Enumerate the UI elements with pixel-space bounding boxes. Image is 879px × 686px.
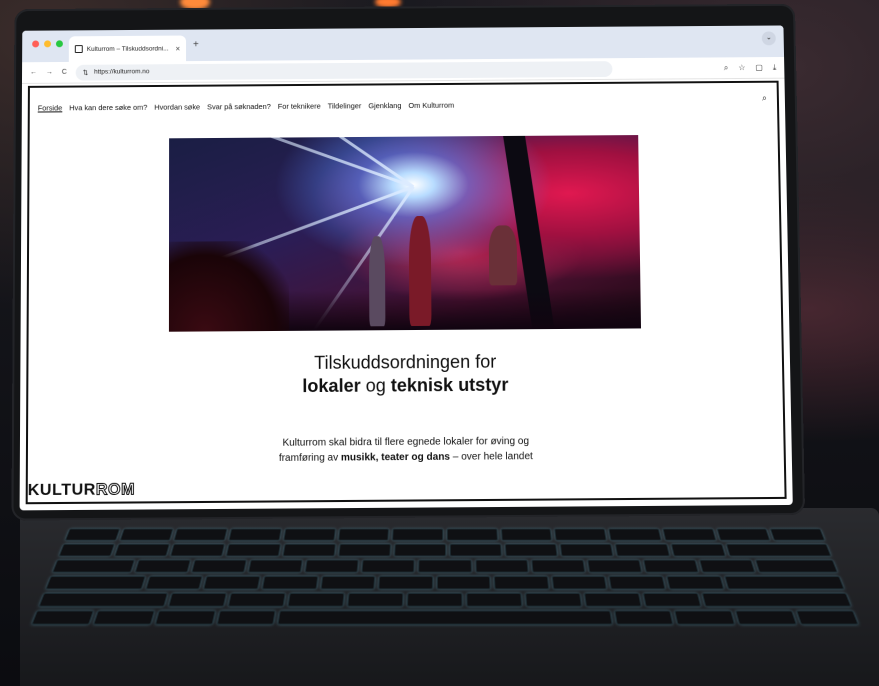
audience — [168, 240, 290, 332]
browser-tab[interactable]: Kulturrom – Tilskuddsordni... × — [68, 35, 187, 62]
url-text: https://kulturrom.no — [94, 68, 150, 76]
close-window-button[interactable] — [32, 40, 40, 48]
browser-tabstrip: Kulturrom – Tilskuddsordni... × + ⌄ — [22, 25, 785, 63]
site-info-icon[interactable]: ⇅ — [83, 68, 88, 76]
laptop-lid: Kulturrom – Tilskuddsordni... × + ⌄ ← → … — [11, 3, 806, 521]
reload-button[interactable]: C — [62, 69, 67, 76]
window-controls — [32, 40, 63, 48]
nav-item-om-kulturrom[interactable]: Om Kulturrom — [408, 101, 454, 110]
page-headline: Tilskuddsordningen for lokaler og teknis… — [28, 350, 782, 400]
download-icon[interactable]: ⤓ — [773, 62, 777, 72]
tab-title: Kulturrom – Tilskuddsordni... — [86, 44, 169, 53]
browser-tools: ⌕ ☆ ▢ ⤓ — [724, 62, 777, 72]
lead-paragraph: Kulturrom skal bidra til flere egnede lo… — [278, 435, 533, 464]
hero-image — [168, 135, 642, 332]
nav-item-svar-pa-soknaden[interactable]: Svar på søknaden? — [207, 102, 271, 111]
new-tab-button[interactable]: + — [193, 39, 199, 50]
laptop-screen: Kulturrom – Tilskuddsordni... × + ⌄ ← → … — [19, 25, 793, 511]
web-page: Forside Hva kan dere søke om? Hvordan sø… — [25, 80, 787, 505]
keyboard — [28, 528, 862, 633]
star-icon[interactable]: ☆ — [738, 63, 745, 73]
headline-line-2: lokaler og teknisk utstyr — [302, 374, 509, 397]
favicon-icon — [74, 45, 83, 54]
nav-item-for-teknikere[interactable]: For teknikere — [278, 102, 321, 111]
chevron-down-icon[interactable]: ⌄ — [761, 31, 776, 46]
minimize-window-button[interactable] — [44, 40, 52, 48]
extensions-icon[interactable]: ▢ — [755, 63, 763, 73]
laptop-base — [20, 508, 879, 686]
nav-item-hvordan-soke[interactable]: Hvordan søke — [154, 102, 200, 111]
kulturrom-logo[interactable]: KULTURROM — [28, 481, 136, 500]
back-button[interactable]: ← — [30, 69, 37, 76]
nav-item-tildelinger[interactable]: Tildelinger — [328, 101, 362, 110]
nav-item-gjenklang[interactable]: Gjenklang — [368, 101, 401, 110]
site-search-icon[interactable]: ⌕ — [762, 93, 767, 104]
headline-line-1: Tilskuddsordningen for — [314, 351, 497, 373]
nav-item-forside[interactable]: Forside — [38, 103, 63, 112]
tab-close-icon[interactable]: × — [175, 44, 180, 53]
browser-toolbar: ← → C ⇅ https://kulturrom.no ⌕ ☆ ▢ ⤓ — [21, 56, 785, 84]
search-icon[interactable]: ⌕ — [724, 63, 729, 73]
nav-item-hva-kan-dere-soke-om[interactable]: Hva kan dere søke om? — [69, 103, 147, 112]
performer — [408, 215, 432, 327]
maximize-window-button[interactable] — [55, 40, 63, 48]
performer — [368, 236, 386, 327]
site-nav: Forside Hva kan dere søke om? Hvordan sø… — [38, 101, 454, 113]
drummer — [488, 225, 518, 286]
forward-button[interactable]: → — [46, 69, 53, 76]
address-bar[interactable]: ⇅ https://kulturrom.no — [75, 60, 613, 81]
